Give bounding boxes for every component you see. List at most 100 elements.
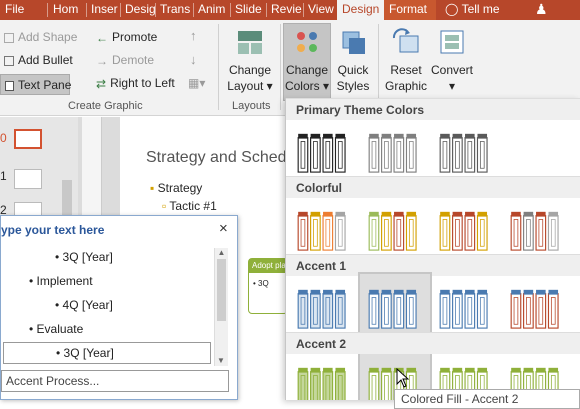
swatch-card bbox=[452, 293, 463, 329]
swatch-card-top bbox=[548, 367, 559, 373]
scroll-up-icon[interactable]: ▲ bbox=[215, 248, 228, 257]
arrow-right-icon: → bbox=[96, 53, 108, 68]
swatch-card-top bbox=[523, 211, 534, 217]
tab-transitions[interactable]: Trans bbox=[155, 0, 193, 20]
text-pane-list: • 3Q [Year] • Implement • 4Q [Year] • Ev… bbox=[3, 246, 213, 368]
bullet-dot-icon: • bbox=[253, 279, 256, 288]
color-option[interactable] bbox=[289, 118, 359, 184]
move-up-button[interactable]: ↑ bbox=[190, 28, 197, 43]
tab-smartart-design[interactable]: Design bbox=[337, 0, 384, 20]
swatch-card-top bbox=[298, 211, 308, 217]
add-bullet-button[interactable]: Add Bullet bbox=[4, 53, 73, 67]
color-option[interactable] bbox=[360, 196, 430, 262]
color-option[interactable] bbox=[431, 118, 501, 184]
swatch-card-top bbox=[369, 289, 379, 295]
tab-file[interactable]: File bbox=[0, 0, 36, 20]
swatch-card bbox=[368, 371, 380, 400]
section-header-primary: Primary Theme Colors bbox=[286, 98, 580, 120]
convert-button[interactable]: Convert ▾ bbox=[430, 28, 474, 98]
color-option[interactable] bbox=[289, 274, 359, 340]
color-swatch-preview bbox=[297, 211, 346, 251]
demote-button[interactable]: → Demote bbox=[96, 53, 154, 68]
change-colors-button[interactable]: Change Colors ▾ bbox=[283, 23, 331, 101]
color-swatch-preview bbox=[368, 289, 417, 329]
smartart-shape-header: Adopt pla bbox=[249, 259, 287, 273]
tab-view[interactable]: View bbox=[303, 0, 337, 20]
bullet-dot-icon: • bbox=[29, 274, 34, 288]
tell-me-box[interactable]: ◯ Tell me bbox=[440, 0, 520, 20]
color-option[interactable] bbox=[358, 272, 432, 342]
layout-dropdown-button[interactable]: ▦▾ bbox=[188, 76, 205, 90]
color-option[interactable] bbox=[431, 274, 501, 340]
swatch-card bbox=[393, 215, 405, 251]
text-pane-icon bbox=[5, 80, 14, 91]
text-pane-button[interactable]: Text Pane bbox=[0, 74, 71, 95]
group-divider bbox=[218, 24, 219, 110]
tab-review[interactable]: Revie bbox=[266, 0, 303, 20]
text-pane-item[interactable]: • 3Q [Year] bbox=[55, 250, 113, 264]
swatch-card bbox=[523, 215, 534, 251]
swatch-card-top bbox=[406, 133, 417, 139]
add-shape-label: Add Shape bbox=[18, 30, 78, 44]
text-pane-scrollbar[interactable]: ▲ ▼ bbox=[214, 248, 228, 366]
slide-thumbnail-selected[interactable] bbox=[14, 129, 42, 149]
reset-label-1: Reset bbox=[390, 63, 422, 77]
swatch-card bbox=[452, 137, 463, 173]
swatch-card-top bbox=[536, 289, 546, 295]
swatch-card-top bbox=[440, 133, 450, 139]
tab-home[interactable]: Hom bbox=[48, 0, 86, 20]
gallery-tooltip: Colored Fill - Accent 2 bbox=[394, 389, 580, 409]
slide-title[interactable]: Strategy and Sched bbox=[146, 149, 287, 167]
swatch-card bbox=[297, 293, 309, 329]
scroll-thumb[interactable] bbox=[217, 259, 226, 321]
swatch-card bbox=[405, 137, 417, 173]
swatch-card-top bbox=[452, 367, 463, 373]
swatch-card-top bbox=[323, 211, 333, 217]
share-person-icon[interactable]: ♟ bbox=[530, 0, 554, 20]
tab-slide-show[interactable]: Slide bbox=[230, 0, 266, 20]
slide-thumbnail[interactable] bbox=[14, 169, 42, 189]
reset-graphic-button[interactable]: Reset Graphic bbox=[384, 28, 428, 98]
color-option[interactable] bbox=[289, 196, 359, 262]
swatch-card-top bbox=[369, 367, 379, 373]
layout-description-link[interactable]: Accent Process... bbox=[1, 370, 229, 392]
text-pane-item[interactable]: • Evaluate bbox=[29, 322, 83, 336]
color-swatch-preview bbox=[297, 289, 346, 329]
add-shape-button[interactable]: Add Shape bbox=[4, 30, 77, 44]
color-swatch-preview bbox=[297, 367, 346, 400]
thumbnail-scrollbar[interactable] bbox=[62, 180, 72, 220]
swatch-card-top bbox=[477, 211, 488, 217]
text-pane-item-active[interactable]: • 3Q [Year] bbox=[3, 342, 211, 364]
scroll-down-icon[interactable]: ▼ bbox=[215, 356, 227, 365]
swatch-card bbox=[310, 371, 321, 400]
swatch-card-top bbox=[298, 289, 308, 295]
swatch-card bbox=[322, 215, 334, 251]
text-pane-item[interactable]: • Implement bbox=[29, 274, 93, 288]
swatch-card-top bbox=[440, 289, 450, 295]
swatch-card bbox=[439, 137, 451, 173]
change-layout-button[interactable]: Change Layout ▾ bbox=[224, 28, 276, 96]
color-option[interactable] bbox=[289, 354, 359, 400]
move-down-button[interactable]: ↓ bbox=[190, 52, 197, 67]
text-pane-title: ype your text here bbox=[1, 223, 105, 237]
smartart-shape[interactable]: Adopt pla • 3Q bbox=[248, 258, 288, 314]
tab-insert[interactable]: Inser bbox=[86, 0, 120, 20]
convert-icon bbox=[440, 30, 464, 54]
color-option[interactable] bbox=[502, 274, 572, 340]
promote-button[interactable]: ← Promote bbox=[96, 30, 157, 45]
dropdown-arrow-icon: ▾ bbox=[323, 79, 330, 93]
tab-design-theme[interactable]: Desig bbox=[120, 0, 155, 20]
tab-format[interactable]: Format bbox=[384, 0, 436, 20]
bullet-dot-icon: • bbox=[56, 346, 61, 360]
close-icon[interactable]: × bbox=[219, 220, 228, 237]
color-option[interactable] bbox=[360, 118, 430, 184]
add-shape-icon bbox=[4, 32, 14, 43]
quick-styles-button[interactable]: Quick Styles ▾ bbox=[333, 28, 373, 109]
text-pane-item[interactable]: • 4Q [Year] bbox=[55, 298, 113, 312]
slide-sub-bullet-text: Tactic #1 bbox=[169, 199, 217, 213]
tab-animations[interactable]: Anim bbox=[193, 0, 230, 20]
color-option[interactable] bbox=[502, 196, 572, 262]
swatch-card-top bbox=[335, 367, 346, 373]
color-option[interactable] bbox=[431, 196, 501, 262]
right-to-left-button[interactable]: ⇄ Right to Left bbox=[96, 76, 175, 91]
